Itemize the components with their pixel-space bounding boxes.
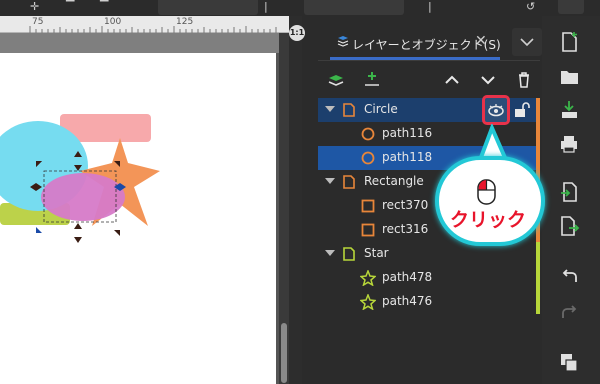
panel-menu-button[interactable] (512, 28, 542, 56)
tree-row-label: path118 (382, 150, 433, 164)
undo-arrow-icon[interactable]: ↺ (526, 0, 535, 13)
layer-icon (343, 247, 355, 261)
align-icon[interactable]: ▔ (66, 0, 74, 13)
y-stepper-icon[interactable]: | (428, 0, 432, 13)
layer-color-strip (536, 242, 540, 266)
ruler-label-75: 75 (32, 17, 44, 27)
rect-object-icon (361, 223, 375, 237)
tree-row-label: path476 (382, 294, 433, 308)
expand-arrow-icon[interactable] (325, 250, 335, 258)
top-right-button[interactable] (558, 0, 584, 14)
layer-color-strip (536, 290, 540, 314)
rect-object-icon (361, 199, 375, 213)
star-object-icon (360, 270, 376, 286)
tree-row-label: rect370 (382, 198, 429, 212)
canvas-shapes (0, 114, 160, 243)
horizontal-ruler: 75 100 125 (0, 16, 289, 33)
expand-arrow-icon[interactable] (325, 106, 335, 114)
open-folder-icon[interactable] (556, 64, 584, 88)
unlock-icon[interactable] (514, 101, 530, 119)
mouse-icon (477, 179, 496, 205)
expand-arrow-icon[interactable] (325, 178, 335, 186)
chevron-down-icon (520, 38, 534, 47)
ruler-label-125: 125 (176, 17, 194, 27)
circle-object-icon (361, 151, 375, 165)
zoom-badge[interactable]: 1:1 (289, 25, 305, 41)
new-document-icon[interactable] (556, 30, 584, 54)
print-icon[interactable] (556, 132, 584, 156)
y-coordinate-field[interactable] (304, 0, 404, 15)
tree-row-label: rect316 (382, 222, 429, 236)
circle-object-icon (361, 127, 375, 141)
redo-icon[interactable] (556, 300, 584, 324)
raise-arrow-icon[interactable] (442, 70, 462, 90)
save-icon[interactable] (556, 98, 584, 122)
top-toolbar: ✛ ▔ ▔ | | ↺ (0, 0, 600, 16)
snap-icon[interactable]: ✛ (30, 0, 39, 13)
distribute-icon[interactable]: ▔ (100, 0, 108, 13)
tree-row-star[interactable]: Star (318, 242, 540, 266)
panel-separator (318, 60, 540, 61)
layer-icon (343, 175, 355, 189)
tree-row-label: Rectangle (364, 174, 424, 188)
canvas-area[interactable]: 75 100 125 (0, 16, 289, 384)
tree-row-path476[interactable]: path476 (318, 290, 540, 314)
star-object-icon (360, 294, 376, 310)
click-callout-text: クリック (450, 209, 527, 231)
import-icon[interactable] (556, 180, 584, 204)
scrollbar-thumb[interactable] (281, 323, 287, 383)
add-layer-icon[interactable] (326, 70, 346, 90)
handle-bottom-left (36, 227, 42, 233)
duplicate-icon[interactable] (556, 350, 584, 374)
tree-row-label: Star (364, 246, 389, 260)
x-stepper-icon[interactable]: | (264, 0, 268, 13)
undo-icon[interactable] (556, 264, 584, 288)
trash-icon[interactable] (514, 70, 534, 90)
click-highlight-box (482, 95, 510, 125)
magenta-ellipse-shape (41, 173, 125, 221)
layer-color-strip (536, 98, 540, 122)
x-coordinate-field[interactable] (158, 0, 258, 15)
add-group-icon[interactable] (362, 70, 382, 90)
layers-tab-icon (337, 36, 349, 47)
ruler-label-100: 100 (104, 17, 122, 27)
canvas-vertical-scrollbar[interactable] (279, 33, 289, 384)
tab-close-icon[interactable]: ✕ (475, 33, 487, 49)
tree-row-label: path478 (382, 270, 433, 284)
layer-color-strip (536, 122, 540, 146)
tree-row-label: path116 (382, 126, 433, 140)
layer-color-strip (536, 266, 540, 290)
layer-icon (343, 103, 355, 117)
layer-color-strip (536, 146, 540, 170)
commands-bar (556, 16, 586, 384)
tree-row-label: Circle (364, 102, 398, 116)
export-icon[interactable] (556, 214, 584, 238)
tree-row-path478[interactable]: path478 (318, 266, 540, 290)
lower-arrow-icon[interactable] (478, 70, 498, 90)
